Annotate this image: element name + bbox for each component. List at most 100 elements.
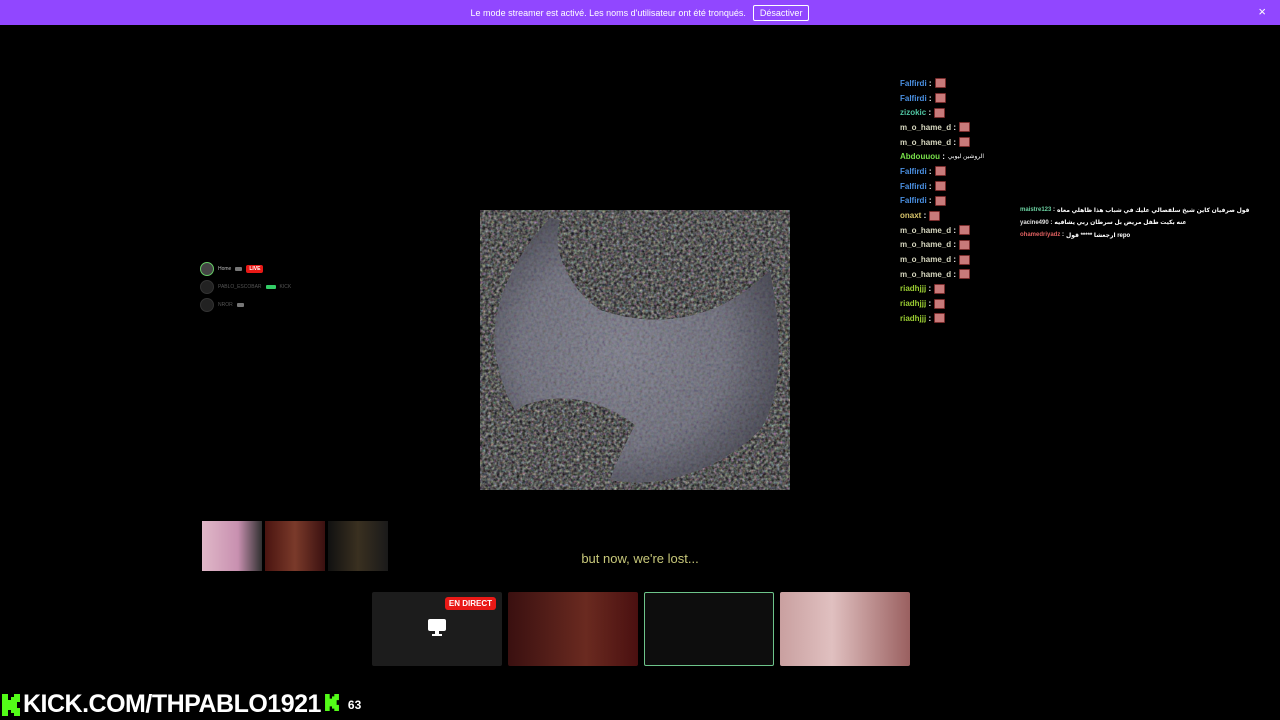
avatar xyxy=(200,298,214,312)
chat-separator: : xyxy=(951,269,957,279)
emote-icon xyxy=(959,225,971,236)
camera-icon xyxy=(236,303,244,307)
chat-username[interactable]: yacine490 xyxy=(1020,220,1049,226)
chat-username[interactable]: Abdouuou xyxy=(900,152,940,161)
kick-badge-icon xyxy=(265,285,276,289)
participant-badge: KICK xyxy=(279,284,292,290)
camera-tile[interactable] xyxy=(780,592,910,666)
webcam-thumbnails xyxy=(202,521,391,571)
chat-username[interactable]: m_o_hame_d xyxy=(900,270,951,279)
chat-message: ohamedriyadz : ارجعشا ***** قول repo xyxy=(1020,229,1220,242)
chat-separator: : xyxy=(951,240,957,250)
chat-message: Falfirdi : xyxy=(900,164,1020,179)
chat-username[interactable]: onaxt xyxy=(900,211,921,220)
participant-name: PABLO_ESCOBAR xyxy=(218,284,262,290)
monitor-icon xyxy=(428,619,446,636)
chat-username[interactable]: m_o_hame_d xyxy=(900,123,951,132)
emote-icon xyxy=(959,254,971,265)
chat-separator: : xyxy=(926,196,932,206)
chat-text: عنه بكيت طفل مريض بل سرطان ربي يشافيه xyxy=(1054,220,1187,227)
live-badge: EN DIRECT xyxy=(444,597,496,610)
chat-username[interactable]: Falfirdi xyxy=(900,79,927,88)
chat-username[interactable]: m_o_hame_d xyxy=(900,226,951,235)
chat-separator: : xyxy=(951,225,957,235)
emote-icon xyxy=(934,78,946,89)
emote-icon xyxy=(934,166,946,177)
camera-row: EN DIRECT xyxy=(372,592,910,666)
avatar xyxy=(200,280,214,294)
emote-icon xyxy=(929,210,941,221)
chat-username[interactable]: m_o_hame_d xyxy=(900,138,951,147)
chat-message: m_o_hame_d : xyxy=(900,223,1020,238)
kick-logo-icon xyxy=(324,693,345,716)
webcam-thumbnail xyxy=(202,521,262,571)
chat-username[interactable]: ohamedriyadz xyxy=(1020,232,1060,238)
chat-text: قول صرفيان كاين شيخ سلفصالي عليك في شباب… xyxy=(1057,207,1250,214)
disable-button[interactable]: Désactiver xyxy=(752,4,810,21)
chat-message: m_o_hame_d : xyxy=(900,238,1020,253)
chat-message: riadhjjj : xyxy=(900,311,1020,326)
chat-message: riadhjjj : xyxy=(900,282,1020,297)
webcam-thumbnail xyxy=(265,521,325,571)
chat-separator: : xyxy=(926,313,932,323)
chat-username[interactable]: riadhjjj xyxy=(900,299,926,308)
emote-icon xyxy=(959,122,971,133)
chat-username[interactable]: Falfirdi xyxy=(900,196,927,205)
viewer-count: 63 xyxy=(347,697,362,712)
chat-message: zizokic : xyxy=(900,105,1020,120)
eclipse-moon-image xyxy=(494,218,779,483)
emote-icon xyxy=(934,107,946,118)
chat-message: m_o_hame_d : xyxy=(900,120,1020,135)
video-subtitle: but now, we're lost... xyxy=(581,551,699,566)
camera-tile-active[interactable] xyxy=(644,592,774,666)
chat-username[interactable]: zizokic xyxy=(900,108,926,117)
participant-row: PABLO_ESCOBAR KICK xyxy=(200,278,330,296)
participant-mini-panel: Home LIVE PABLO_ESCOBAR KICK NROR xyxy=(200,260,330,314)
streamer-mode-banner: Le mode streamer est activé. Les noms d'… xyxy=(0,0,1280,25)
chat-username[interactable]: riadhjjj xyxy=(900,314,926,323)
chat-separator: : xyxy=(951,122,957,132)
emote-icon xyxy=(959,239,971,250)
chat-message: yacine490 : عنه بكيت طفل مريض بل سرطان رب… xyxy=(1020,217,1220,230)
chat-separator: : xyxy=(926,78,932,88)
emote-icon xyxy=(934,181,946,192)
camera-tile[interactable] xyxy=(508,592,638,666)
chat-separator: : xyxy=(926,166,932,176)
chat-message: maistre123 : قول صرفيان كاين شيخ سلفصالي … xyxy=(1020,204,1249,217)
chat-message: m_o_hame_d : xyxy=(900,267,1020,282)
banner-message: Le mode streamer est activé. Les noms d'… xyxy=(470,7,746,18)
chat-separator: : xyxy=(926,93,932,103)
chat-message: m_o_hame_d : xyxy=(900,135,1020,150)
chat-separator: : xyxy=(1051,207,1056,214)
chat-username[interactable]: Falfirdi xyxy=(900,167,927,176)
participant-row: Home LIVE xyxy=(200,260,330,278)
chat-message: m_o_hame_d : xyxy=(900,252,1020,267)
chat-message: onaxt : xyxy=(900,208,1020,223)
participant-name: Home xyxy=(218,266,232,272)
chat-separator: : xyxy=(921,211,927,221)
chat-separator: : xyxy=(951,255,957,265)
chat-separator: : xyxy=(926,299,932,309)
camera-tile[interactable]: EN DIRECT xyxy=(372,592,502,666)
camera-icon xyxy=(235,267,243,271)
chat-overlay: Falfirdi : Falfirdi : zizokic : m_o_hame_d … xyxy=(900,76,1020,326)
chat-username[interactable]: m_o_hame_d xyxy=(900,255,951,264)
chat-text: ارجعشا ***** قول repo xyxy=(1066,232,1131,239)
chat-username[interactable]: maistre123 xyxy=(1020,207,1051,213)
footer-branding: KICK.COM/THPABLO1921 63 xyxy=(2,690,361,719)
chat-text: الروشين ليوبي xyxy=(947,154,985,161)
emote-icon xyxy=(934,298,946,309)
chat-message: Abdouuou : الروشين ليوبي xyxy=(900,149,1020,164)
chat-separator: : xyxy=(1048,219,1053,226)
chat-separator: : xyxy=(951,137,957,147)
close-icon[interactable]: × xyxy=(1258,5,1266,19)
chat-username[interactable]: Falfirdi xyxy=(900,94,927,103)
emote-icon xyxy=(934,93,946,104)
chat-separator: : xyxy=(926,108,932,118)
avatar xyxy=(200,262,214,276)
chat-username[interactable]: m_o_hame_d xyxy=(900,240,951,249)
webcam-thumbnail xyxy=(328,521,388,571)
channel-url: KICK.COM/THPABLO1921 xyxy=(23,690,321,718)
chat-username[interactable]: riadhjjj xyxy=(900,284,926,293)
chat-username[interactable]: Falfirdi xyxy=(900,182,927,191)
